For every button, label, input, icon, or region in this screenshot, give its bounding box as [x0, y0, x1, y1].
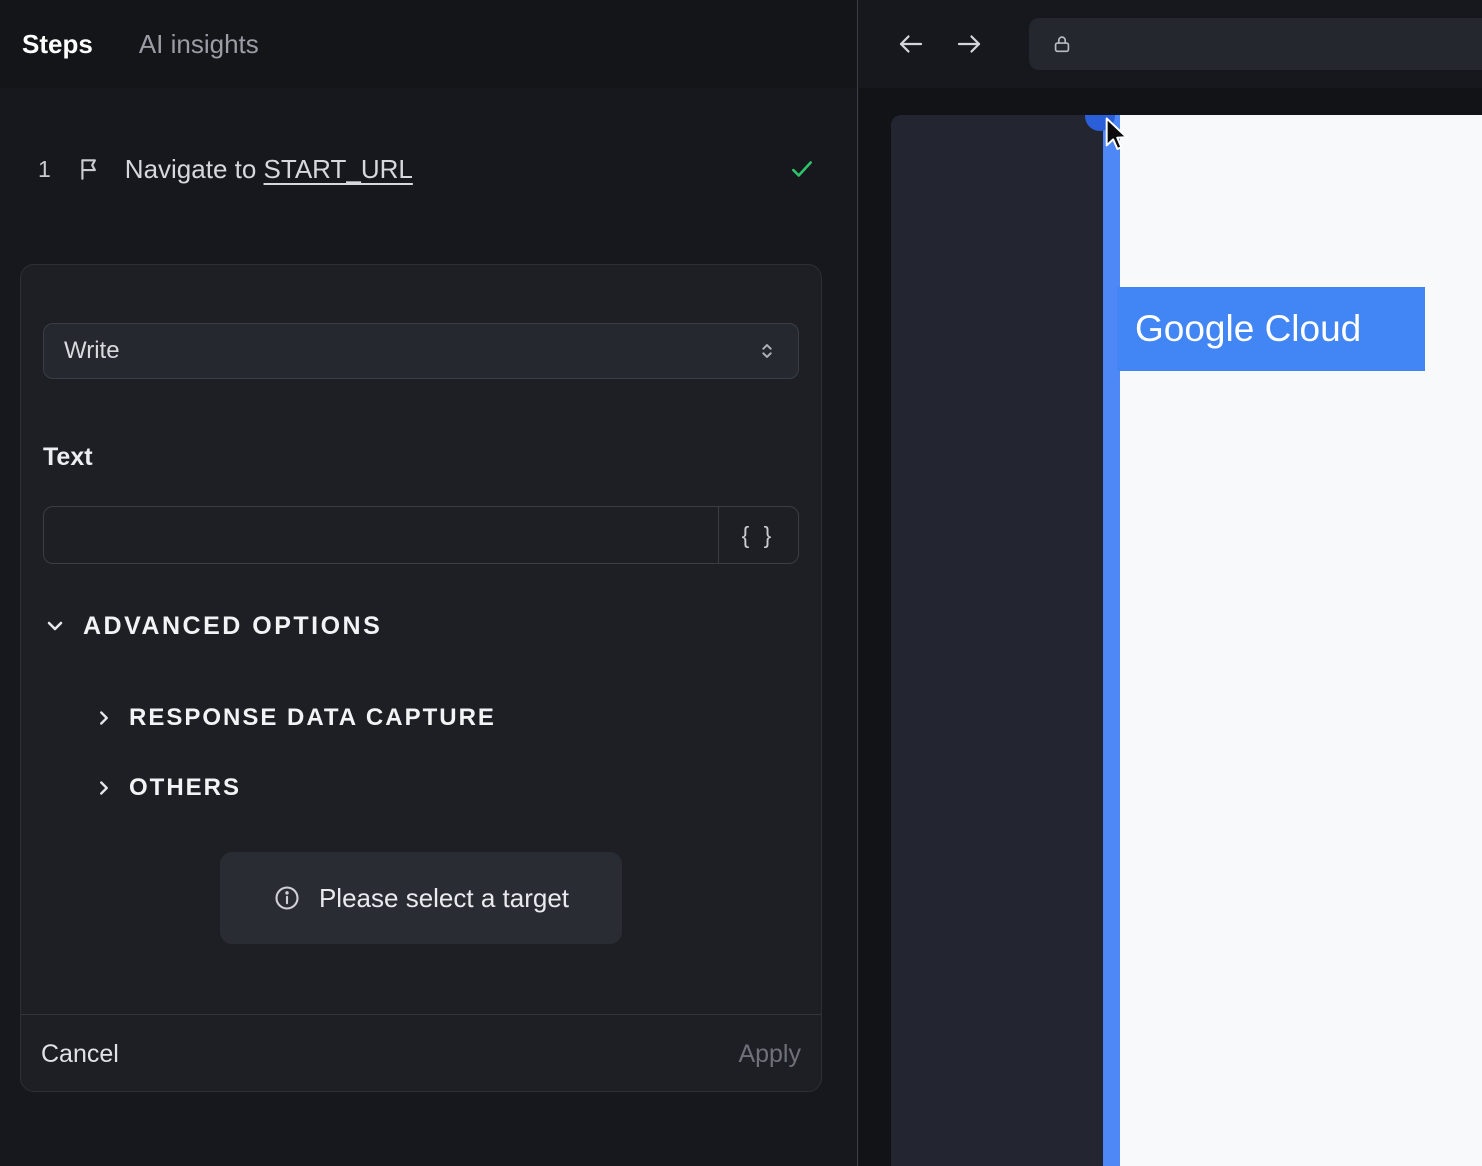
page-dark-region[interactable]: [891, 115, 1103, 1166]
response-data-capture-toggle[interactable]: RESPONSE DATA CAPTURE: [93, 702, 799, 734]
step-number: 1: [38, 155, 51, 182]
step-title[interactable]: Navigate to START_URL: [125, 154, 413, 185]
text-field-label: Text: [43, 443, 93, 471]
action-type-select[interactable]: Write: [43, 323, 799, 379]
back-arrow-icon[interactable]: [895, 29, 927, 59]
browser-header: [859, 0, 1482, 88]
browser-panel: Google Cloud: [859, 0, 1482, 1166]
steps-panel: Steps AI insights 1 Navigate to START_UR…: [0, 0, 858, 1166]
tab-ai-insights[interactable]: AI insights: [139, 29, 259, 60]
select-target-notice: Please select a target: [220, 852, 622, 944]
apply-button[interactable]: Apply: [738, 1040, 801, 1069]
selected-element-highlight[interactable]: Google Cloud: [1117, 287, 1425, 371]
lock-icon: [1051, 32, 1073, 56]
advanced-options-toggle[interactable]: ADVANCED OPTIONS: [43, 610, 799, 642]
others-label: OTHERS: [129, 774, 242, 801]
check-icon: [787, 156, 817, 182]
step-title-prefix: Navigate to: [124, 153, 264, 184]
app-screen: Steps AI insights 1 Navigate to START_UR…: [0, 0, 1482, 1166]
response-data-capture-label: RESPONSE DATA CAPTURE: [129, 704, 496, 731]
url-bar[interactable]: [1029, 18, 1482, 70]
step-row[interactable]: 1 Navigate to START_URL: [38, 148, 817, 190]
left-topbar: Steps AI insights: [0, 0, 857, 88]
others-toggle[interactable]: OTHERS: [93, 772, 799, 804]
action-editor-card: Write Text { } ADVANCED OPTIONS RESPONSE…: [20, 264, 822, 1092]
step-title-target-link[interactable]: START_URL: [264, 154, 413, 184]
tab-steps[interactable]: Steps: [22, 29, 93, 60]
forward-arrow-icon[interactable]: [953, 29, 985, 59]
text-input[interactable]: [44, 507, 718, 563]
chevron-down-icon: [43, 614, 67, 638]
card-footer: Cancel Apply: [21, 1015, 821, 1093]
cursor-pointer-icon: [1103, 117, 1133, 156]
action-type-value: Write: [64, 337, 120, 364]
unfold-icon: [756, 340, 778, 362]
select-target-notice-text: Please select a target: [318, 882, 570, 913]
advanced-options-label: ADVANCED OPTIONS: [83, 611, 383, 640]
flag-icon: [77, 156, 103, 182]
info-icon: [273, 884, 301, 912]
chevron-right-icon: [93, 707, 115, 729]
insert-variable-button[interactable]: { }: [718, 507, 798, 563]
element-highlight-stripe[interactable]: [1103, 115, 1120, 1166]
text-input-group: { }: [43, 506, 799, 564]
browser-viewport[interactable]: Google Cloud: [891, 115, 1482, 1166]
page-content-region[interactable]: [1120, 115, 1482, 1166]
cancel-button[interactable]: Cancel: [41, 1040, 119, 1069]
chevron-right-icon: [93, 777, 115, 799]
